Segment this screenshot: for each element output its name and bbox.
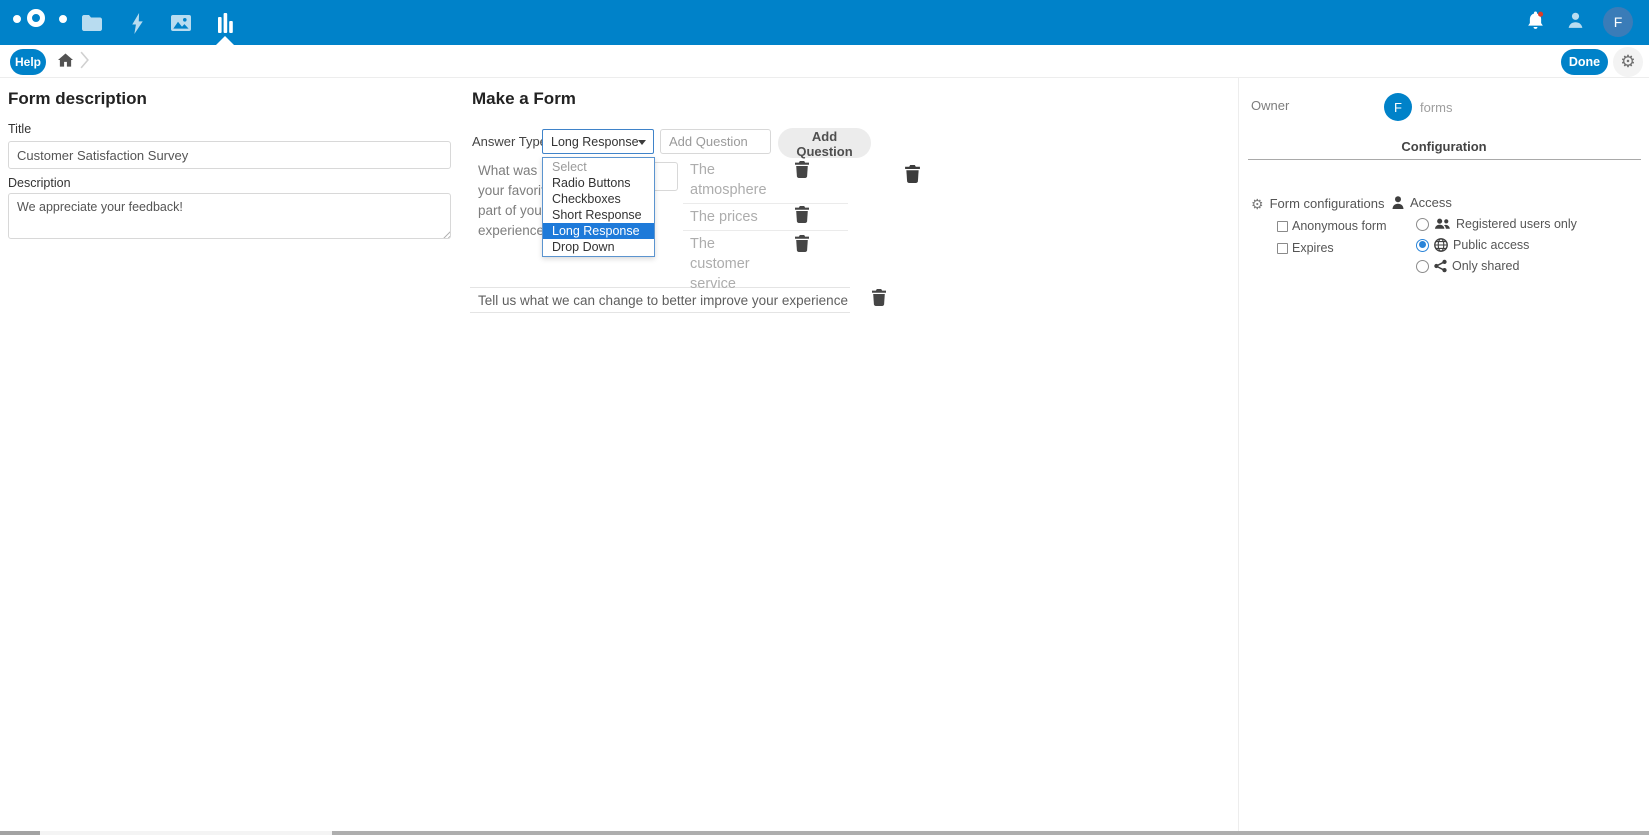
access-public-access-option[interactable]: Public access <box>1416 238 1529 252</box>
photos-icon <box>171 15 191 31</box>
dropdown-option-radio-buttons[interactable]: Radio Buttons <box>543 175 654 191</box>
form-configurations-title: Form configurations <box>1270 196 1385 211</box>
gear-icon: ⚙ <box>1620 52 1635 71</box>
only-shared-radio[interactable] <box>1416 260 1429 273</box>
trash-icon <box>795 161 809 178</box>
settings-button[interactable]: ⚙ <box>1613 47 1643 77</box>
nextcloud-logo[interactable] <box>16 8 64 36</box>
group-icon <box>1434 218 1451 230</box>
done-button[interactable]: Done <box>1561 49 1608 75</box>
configuration-heading: Configuration <box>1239 139 1649 154</box>
anonymous-form-checkbox[interactable] <box>1277 221 1288 232</box>
configuration-divider <box>1248 159 1641 160</box>
dropdown-option-checkboxes[interactable]: Checkboxes <box>543 191 654 207</box>
dropdown-option-select[interactable]: Select <box>543 159 654 175</box>
active-app-indicator <box>216 36 234 45</box>
access-title: Access <box>1410 195 1452 210</box>
title-input[interactable] <box>8 141 451 169</box>
add-question-button[interactable]: Add Question <box>778 128 871 158</box>
access-only-shared-option[interactable]: Only shared <box>1416 259 1519 273</box>
option-1-text: The atmosphere <box>683 157 775 203</box>
access-registered-users-option[interactable]: Registered users only <box>1416 217 1577 231</box>
option-2-text: The prices <box>683 204 775 230</box>
public-access-label: Public access <box>1453 238 1529 252</box>
contacts-menu-button[interactable] <box>1566 11 1585 30</box>
app-activity[interactable] <box>121 7 153 39</box>
share-icon <box>1434 259 1447 273</box>
app-forms[interactable] <box>209 7 241 39</box>
bell-icon <box>1527 11 1544 31</box>
make-a-form-heading: Make a Form <box>472 89 576 109</box>
list-item: The customer service <box>683 231 848 297</box>
notifications-button[interactable] <box>1527 11 1544 31</box>
description-textarea[interactable]: We appreciate your feedback! <box>8 193 451 239</box>
trash-icon <box>795 206 809 223</box>
person-icon <box>1392 196 1404 209</box>
owner-avatar: F <box>1384 93 1412 121</box>
forms-app-screen: F Help Done ⚙ Form description Title Des… <box>0 0 1649 835</box>
gear-icon: ⚙ <box>1251 197 1264 211</box>
description-label: Description <box>8 176 71 190</box>
trash-icon <box>795 235 809 252</box>
title-label: Title <box>8 122 31 136</box>
public-access-radio[interactable] <box>1416 239 1429 252</box>
expires-checkbox[interactable] <box>1277 243 1288 254</box>
form-description-heading: Form description <box>8 89 147 109</box>
add-question-input[interactable] <box>660 129 771 154</box>
list-item: The prices <box>683 204 848 231</box>
delete-question-1-button[interactable] <box>905 165 920 183</box>
globe-icon <box>1434 238 1448 252</box>
trash-icon <box>905 165 920 183</box>
person-icon <box>1566 11 1585 30</box>
only-shared-label: Only shared <box>1452 259 1519 273</box>
trash-icon <box>872 289 886 306</box>
chevron-right-icon <box>80 51 89 69</box>
expires-label: Expires <box>1292 241 1334 255</box>
delete-option-2-button[interactable] <box>795 206 809 223</box>
question-1-options-list: The atmosphere The prices The customer s… <box>683 157 848 297</box>
home-icon <box>58 53 73 67</box>
horizontal-scrollbar-thumb-right[interactable] <box>332 831 1649 835</box>
registered-users-radio[interactable] <box>1416 218 1429 231</box>
form-configurations-header: ⚙ Form configurations <box>1251 196 1384 211</box>
user-avatar[interactable]: F <box>1603 7 1633 37</box>
owner-name: forms <box>1420 100 1453 115</box>
delete-option-1-button[interactable] <box>795 161 809 178</box>
answer-type-selected-value: Long Response <box>543 135 639 149</box>
logo-circle-left <box>13 15 21 23</box>
help-button[interactable]: Help <box>10 49 46 75</box>
lightning-icon <box>131 13 144 34</box>
anonymous-form-label: Anonymous form <box>1292 219 1386 233</box>
settings-sidebar: Owner F forms Configuration ⚙ Form confi… <box>1238 78 1649 835</box>
dropdown-option-drop-down[interactable]: Drop Down <box>543 239 654 255</box>
logo-circle-right <box>59 15 67 23</box>
dropdown-option-long-response[interactable]: Long Response <box>543 223 654 239</box>
owner-label: Owner <box>1251 98 1289 113</box>
access-header: Access <box>1392 195 1452 210</box>
breadcrumb-home[interactable] <box>58 53 73 67</box>
answer-type-dropdown: Select Radio Buttons Checkboxes Short Re… <box>542 157 655 257</box>
expires-option[interactable]: Expires <box>1277 241 1334 255</box>
anonymous-form-option[interactable]: Anonymous form <box>1277 219 1386 233</box>
secondary-toolbar: Help Done ⚙ <box>0 45 1649 78</box>
logo-circle-center <box>27 9 45 27</box>
delete-option-3-button[interactable] <box>795 235 809 252</box>
bar-chart-icon <box>218 13 233 33</box>
delete-question-2-button[interactable] <box>872 289 886 306</box>
app-photos[interactable] <box>165 7 197 39</box>
chevron-down-icon <box>638 140 646 145</box>
option-3-text: The customer service <box>683 231 775 297</box>
top-header-bar: F <box>0 0 1649 45</box>
answer-type-label: Answer Type: <box>472 134 551 149</box>
registered-users-label: Registered users only <box>1456 217 1577 231</box>
horizontal-scrollbar-thumb-left[interactable] <box>0 831 40 835</box>
folder-icon <box>82 15 102 31</box>
answer-type-select[interactable]: Long Response <box>542 129 654 154</box>
dropdown-option-short-response[interactable]: Short Response <box>543 207 654 223</box>
list-item: The atmosphere <box>683 157 848 204</box>
app-files[interactable] <box>76 7 108 39</box>
